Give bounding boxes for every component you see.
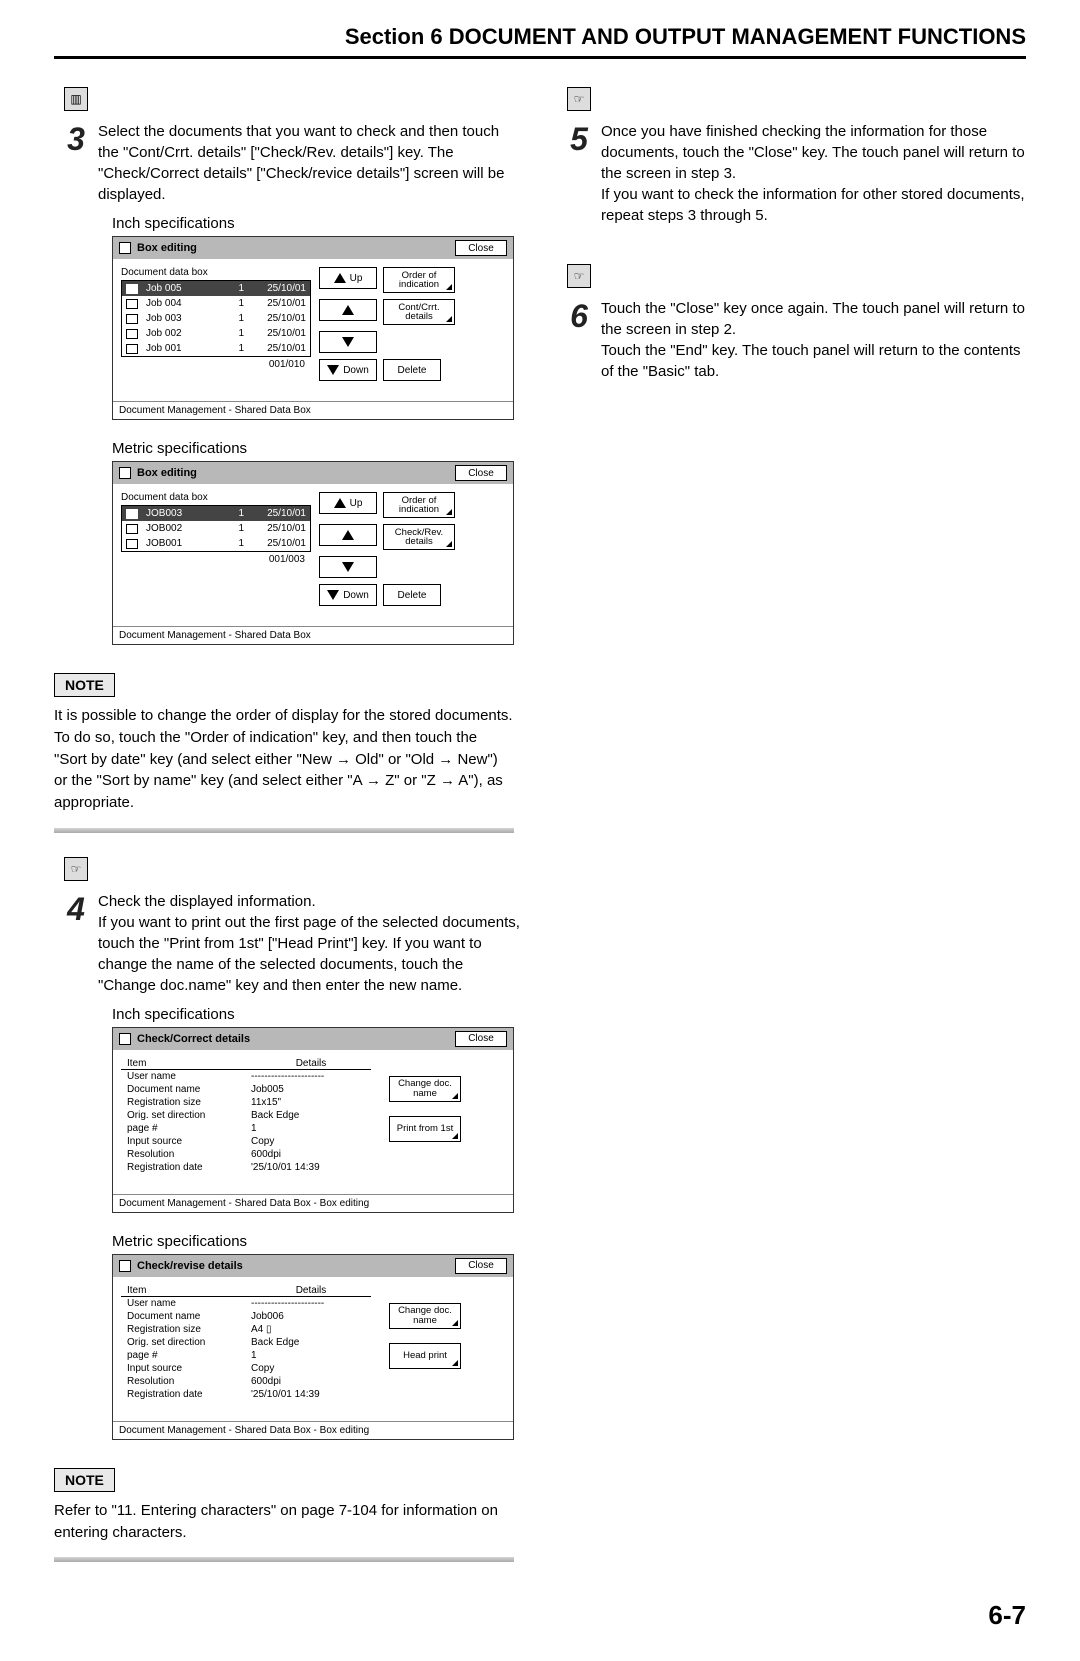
triangle-down-icon [327,365,339,375]
triangle-down-icon [327,590,339,600]
left-column: ▥ 3 Select the documents that you want t… [54,81,523,1580]
panel-title: Box editing [137,467,197,479]
col-details: Details [251,1058,371,1069]
list-item[interactable]: JOB002125/10/01 [122,521,310,536]
triangle-down-icon [342,337,354,347]
print-from-1st-button[interactable]: Print from 1st [389,1116,461,1142]
panel-title: Check/Correct details [137,1033,250,1045]
step-number-4: 4 [54,891,98,996]
step-5: ☞ [557,81,1026,111]
list-item[interactable]: JOB001125/10/01 [122,536,310,551]
breadcrumb: Document Management - Shared Data Box - … [113,1194,513,1212]
counter: 001/003 [121,552,311,565]
head-print-button[interactable]: Head print [389,1343,461,1369]
panel-icon [119,242,131,254]
list-label: Document data box [121,492,311,503]
breadcrumb: Document Management - Shared Data Box [113,626,513,644]
caption-inch: Inch specifications [112,1006,523,1023]
list-item[interactable]: Job 003125/10/01 [122,311,310,326]
note-1-body: It is possible to change the order of di… [54,705,514,814]
counter: 001/010 [121,357,311,370]
down-button[interactable]: Down [319,359,377,381]
close-button[interactable]: Close [455,240,507,256]
doc-icon: ▥ [64,87,88,111]
check-details-metric: Check/revise details Close ItemDetails U… [112,1254,514,1440]
note-label: NOTE [54,1468,115,1492]
divider [54,1557,514,1562]
list-item[interactable]: Job 001125/10/01 [122,341,310,356]
panel-icon [119,467,131,479]
box-editing-metric: Box editing Close Document data box JOB0… [112,461,514,645]
scroll-down-button[interactable] [319,556,377,578]
up-button[interactable]: Up [319,492,377,514]
step-5-text: Once you have finished checking the info… [601,121,1026,226]
scroll-up-button[interactable] [319,299,377,321]
caption-metric: Metric specifications [112,440,523,457]
step-number-6: 6 [557,298,601,382]
touch-icon: ☞ [567,264,591,288]
step-6-text: Touch the "Close" key once again. The to… [601,298,1026,382]
caption-inch: Inch specifications [112,215,523,232]
step-number-3: 3 [54,121,98,205]
scroll-up-button[interactable] [319,524,377,546]
order-button[interactable]: Order of indication [383,267,455,293]
breadcrumb: Document Management - Shared Data Box [113,401,513,419]
up-button[interactable]: Up [319,267,377,289]
check-rev-button[interactable]: Check/Rev. details [383,524,455,550]
step-4-text: Check the displayed information. If you … [98,891,523,996]
list-item[interactable]: Job 005125/10/01 [122,281,310,296]
note-2-body: Refer to "11. Entering characters" on pa… [54,1500,514,1544]
panel-icon [119,1033,131,1045]
step-4: ☞ [54,851,523,881]
delete-button[interactable]: Delete [383,584,441,606]
triangle-down-icon [342,562,354,572]
caption-metric: Metric specifications [112,1233,523,1250]
col-item: Item [121,1285,251,1296]
touch-icon: ☞ [567,87,591,111]
box-editing-inch: Box editing Close Document data box Job … [112,236,514,420]
triangle-up-icon [334,498,346,508]
right-column: ☞ 5 Once you have finished checking the … [557,81,1026,1580]
col-details: Details [251,1285,371,1296]
list-label: Document data box [121,267,311,278]
note-label: NOTE [54,673,115,697]
doc-list[interactable]: Job 005125/10/01 Job 004125/10/01 Job 00… [121,280,311,357]
section-title: Section 6 DOCUMENT AND OUTPUT MANAGEMENT… [54,24,1026,59]
triangle-up-icon [334,273,346,283]
step-3: ▥ [54,81,523,111]
change-docname-button[interactable]: Change doc. name [389,1076,461,1102]
panel-icon [119,1260,131,1272]
panel-title: Check/revise details [137,1260,243,1272]
divider [54,828,514,833]
delete-button[interactable]: Delete [383,359,441,381]
close-button[interactable]: Close [455,1031,507,1047]
triangle-up-icon [342,305,354,315]
list-item[interactable]: Job 002125/10/01 [122,326,310,341]
order-button[interactable]: Order of indication [383,492,455,518]
touch-icon: ☞ [64,857,88,881]
list-item[interactable]: Job 004125/10/01 [122,296,310,311]
check-details-inch: Check/Correct details Close ItemDetails … [112,1027,514,1213]
down-button[interactable]: Down [319,584,377,606]
close-button[interactable]: Close [455,1258,507,1274]
page-number: 6-7 [54,1600,1026,1631]
change-docname-button[interactable]: Change doc. name [389,1303,461,1329]
cont-crrt-button[interactable]: Cont/Crrt. details [383,299,455,325]
triangle-up-icon [342,530,354,540]
step-3-text: Select the documents that you want to ch… [98,121,523,205]
breadcrumb: Document Management - Shared Data Box - … [113,1421,513,1439]
scroll-down-button[interactable] [319,331,377,353]
panel-title: Box editing [137,242,197,254]
step-6: ☞ [557,258,1026,288]
step-number-5: 5 [557,121,601,226]
list-item[interactable]: JOB003125/10/01 [122,506,310,521]
col-item: Item [121,1058,251,1069]
close-button[interactable]: Close [455,465,507,481]
doc-list[interactable]: JOB003125/10/01 JOB002125/10/01 JOB00112… [121,505,311,552]
